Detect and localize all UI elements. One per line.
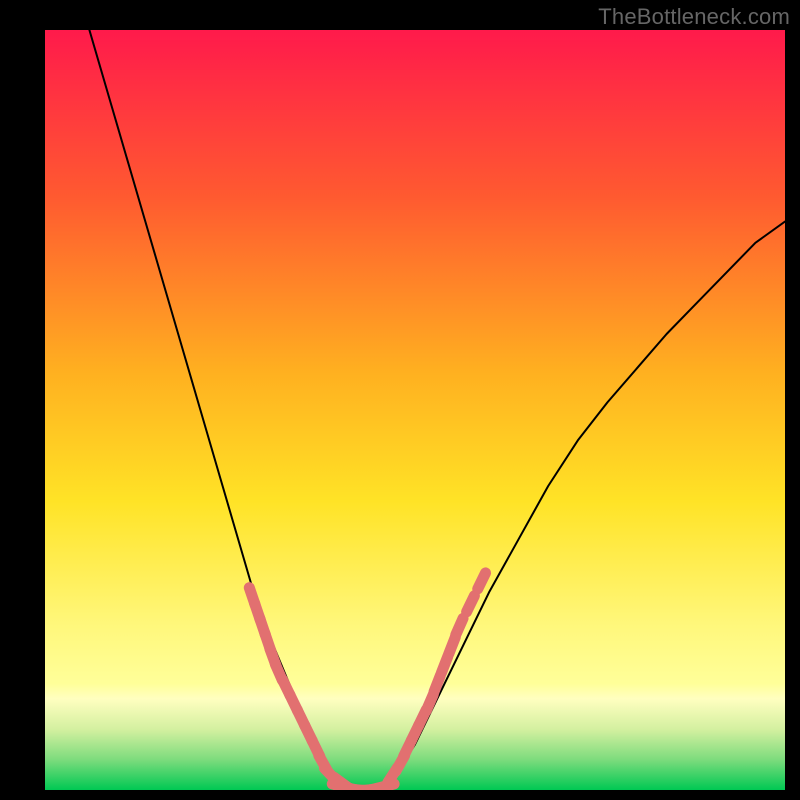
marker-highlight-dots-right (467, 596, 475, 612)
chart-svg (45, 30, 785, 790)
plot-area (45, 30, 785, 790)
chart-frame: TheBottleneck.com (0, 0, 800, 800)
watermark-text: TheBottleneck.com (598, 4, 790, 30)
marker-highlight-dots-right (478, 573, 486, 589)
marker-highlight-dots-right (456, 618, 463, 634)
gradient-background (45, 30, 785, 790)
